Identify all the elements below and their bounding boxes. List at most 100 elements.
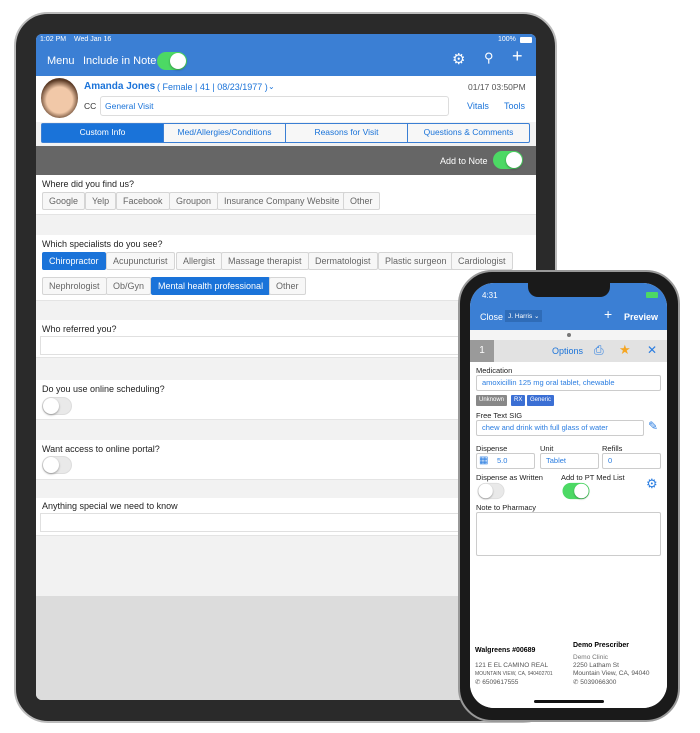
status-date: Wed Jan 16	[74, 36, 112, 43]
include-in-note-label: Include in Note	[83, 55, 157, 67]
sig-label: Free Text SIG	[476, 411, 523, 420]
add-icon[interactable]: +	[604, 306, 612, 322]
question-label: Which specialists do you see?	[42, 239, 163, 249]
question-label: Who referred you?	[42, 324, 117, 334]
tab-questions-comments[interactable]: Questions & Comments	[408, 124, 529, 142]
option-chiropractor[interactable]: Chiropractor	[42, 252, 106, 270]
question-find-us: Where did you find us? Google Yelp Faceb…	[36, 175, 536, 215]
option-yelp[interactable]: Yelp	[85, 192, 117, 210]
search-icon[interactable]: ⚲	[484, 50, 494, 66]
tab-bar: Custom Info Med/Allergies/Conditions Rea…	[41, 123, 530, 143]
pharmacy-city: MOUNTAIN VIEW, CA, 940402701	[475, 671, 553, 677]
star-icon[interactable]: ★	[619, 342, 631, 358]
notch	[528, 283, 610, 297]
badge-unknown: Unknown	[476, 395, 508, 406]
close-icon[interactable]: ✕	[647, 343, 657, 357]
online-scheduling-toggle[interactable]	[42, 397, 72, 415]
tools-link[interactable]: Tools	[504, 101, 525, 111]
option-massage-therapist[interactable]: Massage therapist	[221, 252, 309, 270]
patient-header: Amanda Jones ( Female | 41 | 08/23/1977 …	[36, 76, 536, 122]
option-ob-gyn[interactable]: Ob/Gyn	[106, 277, 152, 295]
phone-icon: ✆	[475, 679, 481, 686]
tab-custom-info[interactable]: Custom Info	[42, 124, 164, 142]
gear-icon[interactable]: ⚙	[646, 476, 658, 492]
page-dot	[567, 333, 571, 337]
medication-input[interactable]: amoxicillin 125 mg oral tablet, chewable	[476, 375, 661, 391]
note-label: Note to Pharmacy	[476, 503, 537, 512]
close-button[interactable]: Close	[480, 312, 503, 322]
cc-input[interactable]: General Visit	[100, 96, 449, 116]
chevron-down-icon[interactable]: ⌄	[268, 82, 275, 91]
preview-button[interactable]: Preview	[624, 312, 658, 322]
option-nephrologist[interactable]: Nephrologist	[42, 277, 107, 295]
question-label: Anything special we need to know	[42, 501, 178, 511]
sig-input[interactable]: chew and drink with full glass of water	[476, 420, 644, 436]
home-indicator	[534, 700, 604, 703]
phone-header: 4:31 Close J. Harris ⌄ + Preview	[470, 283, 667, 330]
option-allergist[interactable]: Allergist	[176, 252, 223, 270]
user-selector[interactable]: J. Harris ⌄	[505, 310, 543, 322]
pharmacy-name[interactable]: Walgreens #00689	[475, 647, 535, 654]
option-acupuncturist[interactable]: Acupuncturist	[106, 252, 175, 270]
note-input[interactable]	[476, 512, 661, 556]
daw-label: Dispense as Written	[476, 473, 543, 482]
patient-details[interactable]: ( Female | 41 | 08/23/1977 )	[157, 82, 268, 92]
pencil-icon[interactable]: ✎	[648, 419, 658, 433]
gear-icon[interactable]: ⚙	[452, 50, 465, 68]
phone-icon: ✆	[573, 679, 579, 686]
question-label: Do you use online scheduling?	[42, 384, 165, 394]
dispense-label: Dispense	[476, 444, 508, 453]
add-to-note-toggle[interactable]	[493, 151, 523, 169]
pharmacy-address: 121 E EL CAMINO REAL	[475, 662, 549, 669]
med-list-toggle[interactable]	[562, 482, 590, 500]
daw-toggle[interactable]	[477, 482, 505, 500]
referred-input[interactable]	[40, 336, 528, 355]
pharmacy-footer: Walgreens #00689 121 E EL CAMINO REAL MO…	[470, 638, 667, 708]
option-dermatologist[interactable]: Dermatologist	[308, 252, 378, 270]
question-label: Want access to online portal?	[42, 444, 160, 454]
unit-input[interactable]: Tablet	[540, 453, 599, 469]
tab-med-allergies[interactable]: Med/Allergies/Conditions	[164, 124, 286, 142]
pharmacy-phone: ✆ 6509617555	[475, 678, 518, 686]
prescriber-address: 2250 Latham St	[573, 662, 619, 669]
tab-reasons-for-visit[interactable]: Reasons for Visit	[286, 124, 408, 142]
med-list-label: Add to PT Med List	[561, 473, 625, 482]
vitals-link[interactable]: Vitals	[467, 101, 489, 111]
cc-label: CC	[84, 101, 97, 111]
prescriber-phone: ✆ 5039066300	[573, 678, 616, 686]
patient-name[interactable]: Amanda Jones	[84, 81, 155, 92]
status-time: 1:02 PM	[40, 36, 67, 43]
battery-icon	[646, 292, 658, 298]
option-facebook[interactable]: Facebook	[116, 192, 170, 210]
calculator-icon[interactable]: ▦	[479, 455, 488, 466]
menu-button[interactable]: Menu	[47, 55, 75, 67]
option-insurance-website[interactable]: Insurance Company Website	[217, 192, 347, 210]
add-to-note-bar: Add to Note	[36, 146, 536, 175]
item-number: 1	[470, 340, 494, 362]
online-portal-toggle[interactable]	[42, 456, 72, 474]
medication-label: Medication	[476, 366, 513, 375]
option-google[interactable]: Google	[42, 192, 86, 210]
option-groupon[interactable]: Groupon	[169, 192, 219, 210]
prescriber-city: Mountain View, CA, 94040	[573, 670, 650, 677]
refills-input[interactable]: 0	[602, 453, 661, 469]
option-cardiologist[interactable]: Cardiologist	[451, 252, 513, 270]
anything-special-input[interactable]	[40, 513, 528, 532]
tablet-header: 1:02 PM Wed Jan 16 100% Menu Include in …	[36, 34, 536, 76]
question-label: Where did you find us?	[42, 179, 135, 189]
pharmacy-phone-number: 6509617555	[482, 679, 519, 686]
option-other[interactable]: Other	[269, 277, 306, 295]
refills-label: Refills	[602, 444, 623, 453]
user-name: J. Harris	[508, 313, 533, 320]
medication-form: Medication amoxicillin 125 mg oral table…	[470, 362, 667, 638]
add-icon[interactable]: +	[512, 46, 523, 67]
unit-label: Unit	[540, 444, 554, 453]
add-to-note-label: Add to Note	[440, 156, 488, 166]
include-in-note-toggle[interactable]	[157, 52, 187, 70]
option-other[interactable]: Other	[343, 192, 380, 210]
option-mental-health[interactable]: Mental health professional	[151, 277, 271, 295]
battery-icon	[520, 37, 532, 43]
print-icon[interactable]: ⎙	[594, 343, 604, 358]
options-button[interactable]: Options	[552, 346, 583, 356]
option-plastic-surgeon[interactable]: Plastic surgeon	[378, 252, 454, 270]
